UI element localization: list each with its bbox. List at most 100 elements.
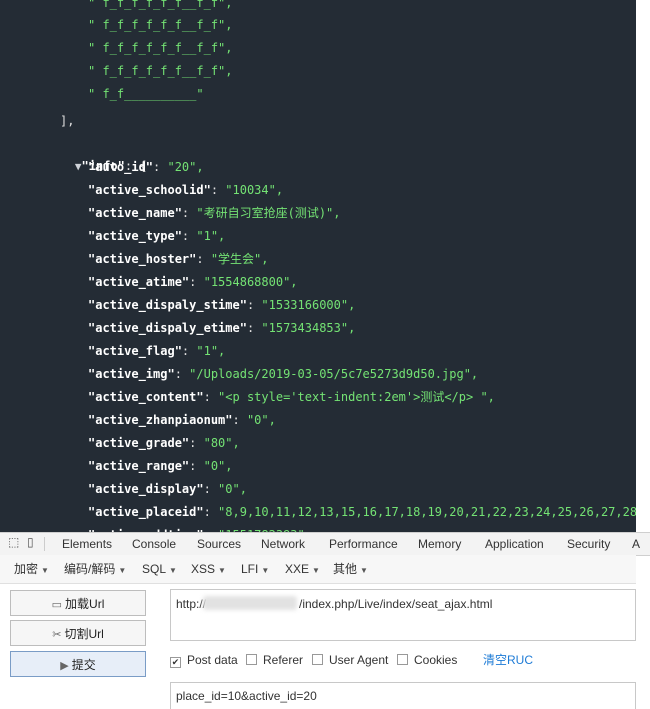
- tab-elements[interactable]: Elements: [62, 533, 112, 555]
- tab-sources[interactable]: Sources: [197, 533, 241, 555]
- json-colon: :: [181, 229, 197, 243]
- json-row: "active_flag": "1",: [88, 340, 225, 362]
- menu-encryption[interactable]: 加密 ▼: [14, 555, 49, 583]
- user-agent-checkbox[interactable]: User Agent: [312, 651, 388, 669]
- inspect-element-icon[interactable]: ⬚: [8, 536, 20, 548]
- json-value: "0",: [203, 459, 233, 473]
- json-value: "1533166000",: [261, 298, 356, 312]
- json-value: "10034",: [225, 183, 284, 197]
- json-row: "active_name": "考研自习室抢座(测试)",: [88, 202, 341, 224]
- checkbox[interactable]: [397, 654, 408, 665]
- scrollbar-track[interactable]: [636, 0, 650, 532]
- json-row: "active_atime": "1554868800",: [88, 271, 298, 293]
- menu-xxe[interactable]: XXE ▼: [285, 555, 320, 583]
- json-row: "active_content": "<p style='text-indent…: [88, 386, 495, 408]
- json-key: "active_grade": [88, 436, 190, 450]
- submit-label: 提交: [71, 658, 96, 672]
- json-key: "active_atime": [88, 275, 190, 289]
- checkbox[interactable]: [246, 654, 257, 665]
- json-key: "active_flag": [88, 344, 182, 358]
- json-row: "active_hoster": "学生会",: [88, 248, 269, 270]
- referer-checkbox[interactable]: Referer: [246, 651, 303, 669]
- info-node[interactable]: ▼"info": {: [46, 133, 147, 173]
- tab-network[interactable]: Network: [261, 533, 305, 555]
- split-url-button[interactable]: ✂ 切割Url: [10, 620, 146, 646]
- json-row: "active_grade": "80",: [88, 432, 240, 454]
- array-line: " f_f_f_f_f_f__f_f",: [88, 18, 233, 32]
- json-colon: :: [181, 344, 197, 358]
- collapse-triangle-icon[interactable]: ▼: [75, 160, 82, 173]
- json-row: "active_dispaly_stime": "1533166000",: [88, 294, 355, 316]
- tab-overflow[interactable]: A: [632, 533, 640, 555]
- json-key: "active_hoster": [88, 252, 197, 266]
- chevron-down-icon: ▼: [169, 566, 177, 575]
- post-data-input[interactable]: place_id=10&active_id=20: [170, 682, 636, 709]
- json-key: "active_dispaly_stime": [88, 298, 247, 312]
- json-colon: :: [246, 298, 262, 312]
- menu-sql[interactable]: SQL ▼: [142, 555, 177, 583]
- json-key: "active_placeid": [88, 505, 204, 519]
- json-key: "active_schoolid": [88, 183, 211, 197]
- json-value: "/Uploads/2019-03-05/5c7e5273d9d50.jpg",: [189, 367, 479, 381]
- array-line: " f_f_f_f_f_f__f_f",: [88, 0, 233, 10]
- json-row: "active_placeid": "8,9,10,11,12,13,15,16…: [88, 501, 636, 523]
- json-key: "active_zhanpiaonum": [88, 413, 233, 427]
- checkbox[interactable]: ✔: [170, 657, 181, 668]
- scissors-icon: ✂: [52, 629, 62, 641]
- url-input[interactable]: http:// /index.php/Live/index/seat_ajax.…: [170, 589, 636, 641]
- json-colon: :: [203, 482, 219, 496]
- json-row: "active_display": "0",: [88, 478, 247, 500]
- json-key: "active_img": [88, 367, 175, 381]
- json-colon: :: [189, 459, 204, 473]
- clear-ruc-link[interactable]: 清空RUC: [483, 651, 533, 669]
- json-row: "active_dispaly_etime": "1573434853",: [88, 317, 355, 339]
- json-colon: :: [189, 275, 204, 289]
- menu-encoding[interactable]: 编码/解码 ▼: [64, 555, 126, 583]
- load-url-label: 加载Url: [65, 597, 105, 611]
- json-colon: :: [203, 390, 219, 404]
- json-value: "80",: [203, 436, 240, 450]
- play-icon: ▶: [60, 660, 69, 672]
- json-colon: :: [181, 206, 197, 220]
- json-value: "1",: [196, 229, 226, 243]
- checkbox[interactable]: [312, 654, 323, 665]
- menu-lfi[interactable]: LFI ▼: [241, 555, 269, 583]
- split-url-label: 切割Url: [64, 627, 104, 641]
- submit-button[interactable]: ▶ 提交: [10, 651, 146, 677]
- menu-xss[interactable]: XSS ▼: [191, 555, 226, 583]
- json-key: "active_name": [88, 206, 182, 220]
- url-path: /index.php/Live/index/seat_ajax.html: [299, 597, 493, 611]
- json-value: "考研自习室抢座(测试)",: [196, 206, 341, 220]
- divider: [44, 537, 45, 551]
- tab-security[interactable]: Security: [567, 533, 610, 555]
- chevron-down-icon: ▼: [41, 566, 49, 575]
- json-key: "active_range": [88, 459, 190, 473]
- device-toolbar-icon[interactable]: ▯: [27, 536, 39, 548]
- tab-console[interactable]: Console: [132, 533, 176, 555]
- json-value: "1573434853",: [261, 321, 356, 335]
- json-key: "active_dispaly_etime": [88, 321, 247, 335]
- menu-other[interactable]: 其他 ▼: [333, 555, 368, 583]
- url-prefix: http://: [176, 597, 207, 611]
- tab-performance[interactable]: Performance: [329, 533, 398, 555]
- chevron-down-icon: ▼: [261, 566, 270, 575]
- json-colon: :: [210, 183, 226, 197]
- array-line: " f_f_f_f_f_f__f_f",: [88, 64, 233, 78]
- json-colon: :: [196, 252, 211, 266]
- json-value: "<p style='text-indent:2em'>测试</p> ",: [218, 390, 495, 404]
- cookies-checkbox[interactable]: Cookies: [397, 651, 457, 669]
- json-viewer: " f_f_f_f_f_f__f_f", " f_f_f_f_f_f__f_f"…: [0, 0, 636, 532]
- chevron-down-icon: ▼: [218, 566, 226, 575]
- json-value: "8,9,10,11,12,13,15,16,17,18,19,20,21,22…: [218, 505, 636, 519]
- array-close: ],: [60, 114, 75, 128]
- hackbar-menu: 加密 ▼ 编码/解码 ▼ SQL ▼ XSS ▼ LFI ▼ XXE ▼ 其他 ▼: [0, 555, 636, 584]
- tab-application[interactable]: Application: [485, 533, 544, 555]
- redacted-host: [203, 596, 297, 610]
- load-url-button[interactable]: ▭ 加载Url: [10, 590, 146, 616]
- chevron-down-icon: ▼: [312, 566, 320, 575]
- chevron-down-icon: ▼: [360, 566, 368, 575]
- post-data-checkbox[interactable]: ✔ Post data: [170, 651, 238, 669]
- json-row: "active_addtime": "1551782393",: [88, 524, 312, 532]
- tab-memory[interactable]: Memory: [418, 533, 461, 555]
- json-value: "0",: [246, 413, 276, 427]
